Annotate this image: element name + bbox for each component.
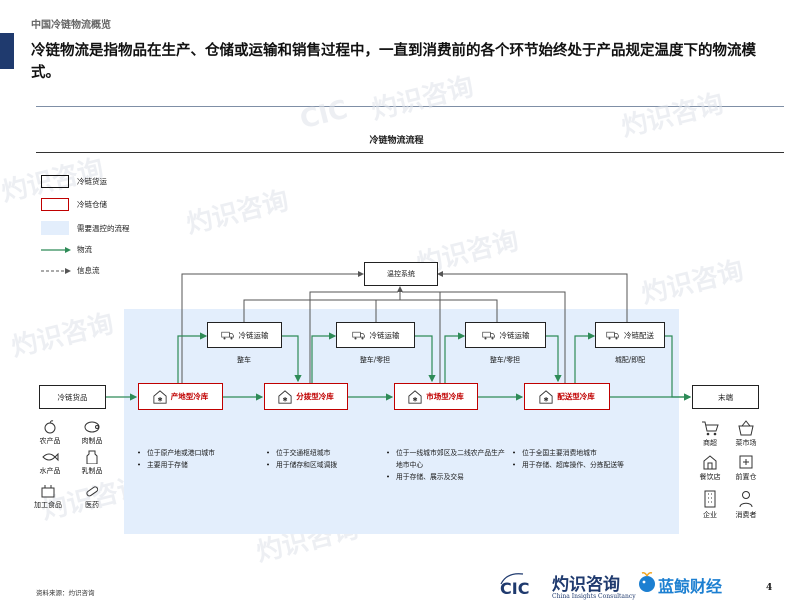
end-item-wet-market: 菜市场 [729,420,763,448]
source-item-processed: 加工食品 [31,484,65,510]
warehouse-notes-1: 位于原产地或港口城市 主要用于存储 [137,447,257,471]
monitor-label: 温控系统 [387,270,415,278]
source-note: 资料来源：灼识咨询 [36,589,95,597]
bullet-item: 主要用于存储 [137,459,257,471]
partner-logo: 蓝鲸财经 [658,577,723,596]
bullet-item: 位于交通枢纽城市 [266,447,381,459]
svg-text:✱: ✱ [544,396,549,403]
cic-logo-icon: CIC [500,573,529,598]
end-item-front-warehouse: 前置仓 [729,454,763,482]
cic-logo-en: China Insights Consultancy [552,593,636,600]
transport-label: 冷链运输 [369,330,400,340]
transport-label: 冷链运输 [499,330,530,340]
transport-label: 冷链运输 [238,330,269,340]
source-item-dairy: 乳制品 [75,450,109,476]
end-item-enterprise: 企业 [693,490,727,520]
building-icon [704,490,716,508]
warehouse-node-1: ✱ 产地型冷库 [138,383,223,410]
end-item-supermarket: 商超 [693,420,727,448]
restaurant-icon [703,455,717,470]
warehouse-label: 产地型冷库 [170,392,209,401]
bullet-item: 位于一线城市郊区及二线农产品生产地市中心 [386,447,508,471]
transport-node-4: 冷链配送 [595,322,665,348]
cic-logo-cn: 灼识咨询 [552,575,620,595]
apple-icon [44,420,56,434]
warehouse-node-3: ✱ 市场型冷库 [394,383,478,410]
person-icon [739,491,753,508]
cold-storage-icon: ✱ [153,389,167,404]
warehouse-node-2: ✱ 分拨型冷库 [264,383,348,410]
warehouse-notes-2: 位于交通枢纽城市 用于储存和区域调拨 [266,447,381,471]
bullet-item: 位于原产地或港口城市 [137,447,257,459]
cic-logo-text: CIC [500,579,529,598]
bullet-item: 用于存储、超库操作、分拣配送等 [512,459,632,471]
bullet-item: 用于存储、展示及交易 [386,471,508,483]
warehouse-label: 分拨型冷库 [296,392,334,401]
whale-logo-icon [639,572,655,592]
end-item-restaurant: 餐饮店 [693,454,727,482]
transport-sub-3: 整车/零担 [489,356,521,364]
end-node: 末端 [692,385,759,409]
processed-food-icon [41,485,55,498]
cold-storage-icon: ✱ [408,389,422,404]
warehouse-label: 配送型冷库 [557,392,595,401]
transport-sub-1: 整车 [237,356,251,364]
source-item-aquatic: 水产品 [33,450,67,476]
warehouse-notes-4: 位于全国主要消费地城市 用于存储、超库操作、分拣配送等 [512,447,632,471]
milk-icon [86,450,98,464]
truck-icon [481,331,495,340]
cold-storage-icon: ✱ [539,389,553,404]
flow-connectors [106,271,692,401]
truck-icon [606,331,619,340]
source-item-medicine: 医药 [75,484,109,510]
svg-text:✱: ✱ [157,396,162,403]
svg-text:✱: ✱ [413,396,418,403]
bullet-item: 用于储存和区域调拨 [266,459,381,471]
basket-icon [738,420,754,436]
warehouse-label: 市场型冷库 [426,392,464,401]
cart-icon [702,421,719,436]
source-item-agri: 农产品 [33,420,67,446]
temp-monitoring-system: 温控系统 [364,262,438,286]
cold-storage-icon: ✱ [278,389,292,404]
transport-label: 冷链配送 [624,330,654,340]
transport-node-3: 冷链运输 [465,322,546,348]
warehouse-icon [739,455,753,469]
source-goods-node: 冷链货品 [39,385,106,409]
transport-sub-4: 城配/即配 [614,356,646,364]
end-label: 末端 [718,392,733,402]
source-label: 冷链货品 [57,392,88,402]
transport-node-2: 冷链运输 [336,322,415,348]
warehouse-notes-3: 位于一线城市郊区及二线农产品生产地市中心 用于存储、展示及交易 [386,447,508,483]
page-number: 4 [766,583,773,593]
medicine-icon [86,486,99,497]
svg-text:✱: ✱ [283,396,288,403]
bullet-item: 位于全国主要消费地城市 [512,447,632,459]
fish-icon [42,452,59,462]
transport-node-1: 冷链运输 [207,322,282,348]
truck-icon [220,331,234,340]
transport-sub-2: 整车/零担 [359,356,391,364]
truck-icon [351,331,365,340]
end-item-consumer: 消费者 [729,490,763,520]
source-item-meat: 肉制品 [75,420,109,446]
warehouse-node-4: ✱ 配送型冷库 [524,383,610,410]
pig-icon [84,421,100,433]
